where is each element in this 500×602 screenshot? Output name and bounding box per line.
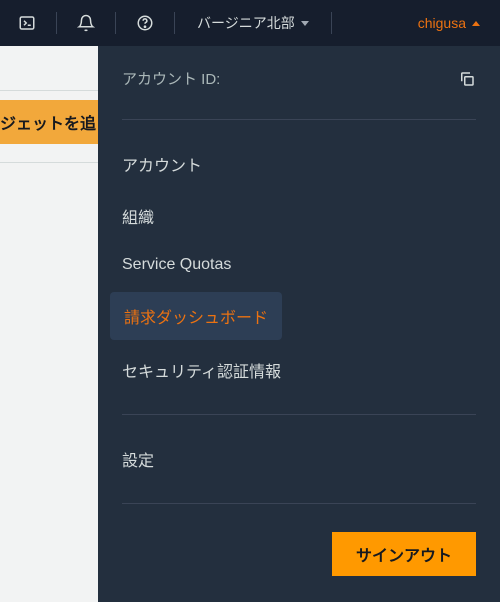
copy-icon[interactable] bbox=[458, 70, 476, 88]
topbar: バージニア北部 chigusa bbox=[0, 0, 500, 46]
menu-item-service-quotas[interactable]: Service Quotas bbox=[110, 242, 488, 288]
signout-row: サインアウト bbox=[98, 514, 500, 602]
signout-button[interactable]: サインアウト bbox=[332, 532, 476, 576]
menu-item-security-credentials[interactable]: セキュリティ認証情報 bbox=[110, 344, 488, 396]
menu-item-settings[interactable]: 設定 bbox=[110, 433, 488, 485]
help-icon[interactable] bbox=[130, 8, 160, 38]
menu-divider bbox=[122, 414, 476, 415]
account-id-label: アカウント ID: bbox=[122, 68, 220, 89]
region-label: バージニア北部 bbox=[197, 13, 295, 33]
menu-group-account: アカウント 組織 Service Quotas 請求ダッシュボード セキュリティ… bbox=[98, 130, 500, 404]
caret-up-icon bbox=[472, 21, 480, 26]
menu-divider bbox=[122, 119, 476, 120]
topbar-separator bbox=[331, 12, 332, 34]
menu-item-organization[interactable]: 組織 bbox=[110, 190, 488, 242]
cloudshell-icon[interactable] bbox=[12, 8, 42, 38]
topbar-separator bbox=[56, 12, 57, 34]
user-menu-button[interactable]: chigusa bbox=[410, 15, 488, 31]
add-widget-button-fragment[interactable]: ジェットを追 bbox=[0, 100, 98, 144]
topbar-separator bbox=[115, 12, 116, 34]
menu-divider bbox=[122, 503, 476, 504]
menu-item-account[interactable]: アカウント bbox=[110, 138, 488, 190]
menu-group-settings: 設定 bbox=[98, 425, 500, 493]
topbar-separator bbox=[174, 12, 175, 34]
user-dropdown: アカウント ID: アカウント 組織 Service Quotas 請求ダッシュ… bbox=[98, 46, 500, 602]
region-selector[interactable]: バージニア北部 bbox=[189, 13, 317, 33]
user-label: chigusa bbox=[418, 15, 466, 31]
bell-icon[interactable] bbox=[71, 8, 101, 38]
caret-down-icon bbox=[301, 21, 309, 26]
menu-item-billing-dashboard[interactable]: 請求ダッシュボード bbox=[110, 292, 282, 340]
account-id-row: アカウント ID: bbox=[98, 46, 500, 109]
